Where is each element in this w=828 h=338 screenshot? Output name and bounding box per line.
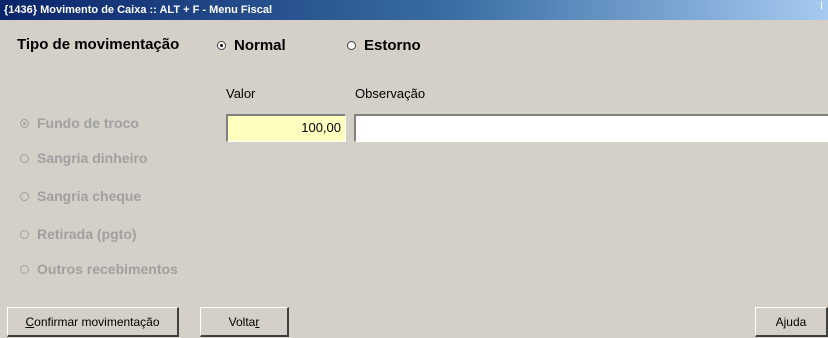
sangria-cheque-label: Sangria cheque <box>37 188 142 204</box>
radio-unchecked-icon <box>20 191 29 201</box>
radio-fundo-de-troco: Fundo de troco <box>20 115 139 131</box>
window-title-bar: {1436} Movimento de Caixa :: ALT + F - M… <box>0 0 828 20</box>
radio-normal[interactable]: Normal <box>217 37 286 54</box>
radio-unchecked-icon <box>20 229 29 239</box>
radio-unchecked-icon <box>20 264 29 274</box>
retirada-pgto-label: Retirada (pgto) <box>37 226 137 242</box>
radio-outros-recebimentos: Outros recebimentos <box>20 261 178 277</box>
confirmar-movimentacao-button[interactable]: Confirmar movimentação <box>7 307 179 337</box>
radio-unchecked-icon[interactable] <box>347 41 356 50</box>
radio-retirada-pgto: Retirada (pgto) <box>20 226 137 242</box>
radio-checked-icon[interactable] <box>217 41 226 50</box>
radio-sangria-cheque: Sangria cheque <box>20 188 141 204</box>
valor-column-label: Valor <box>226 86 256 101</box>
radio-checked-icon <box>20 118 29 128</box>
voltar-label: Volta <box>228 314 256 329</box>
tipo-movimentacao-label: Tipo de movimentação <box>17 36 180 53</box>
radio-estorno[interactable]: Estorno <box>347 37 421 54</box>
sangria-dinheiro-label: Sangria dinheiro <box>37 150 148 166</box>
confirmar-hotkey: C <box>25 314 35 329</box>
confirmar-label: onfirmar movimentação <box>34 314 160 329</box>
window-title: {1436} Movimento de Caixa :: ALT + F - M… <box>4 4 273 16</box>
fundo-de-troco-label: Fundo de troco <box>37 115 139 131</box>
ajuda-label: Ajuda <box>775 314 807 329</box>
ajuda-button[interactable]: Ajuda <box>755 307 828 337</box>
radio-estorno-label: Estorno <box>364 37 421 54</box>
valor-input[interactable]: 100,00 <box>226 114 346 142</box>
radio-sangria-dinheiro: Sangria dinheiro <box>20 150 147 166</box>
title-corner-mark: I <box>820 0 824 12</box>
voltar-hotkey: r <box>255 314 260 329</box>
outros-recebimentos-label: Outros recebimentos <box>37 261 178 277</box>
observacao-column-label: Observação <box>355 86 426 101</box>
observacao-input[interactable] <box>354 114 828 142</box>
radio-normal-label: Normal <box>234 37 286 54</box>
voltar-button[interactable]: Volta r <box>200 307 289 337</box>
radio-unchecked-icon <box>20 153 29 163</box>
